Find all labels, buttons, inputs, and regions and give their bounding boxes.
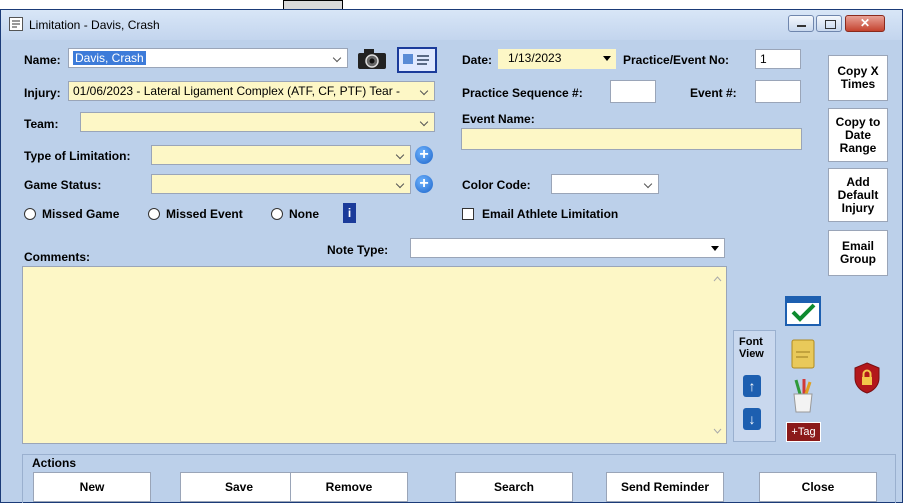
note-type-select[interactable] (410, 238, 725, 258)
chevron-down-icon (333, 49, 343, 67)
email-athlete-label: Email Athlete Limitation (482, 207, 619, 221)
font-view-label: Font View (739, 336, 764, 360)
minimize-button[interactable] (788, 15, 814, 32)
note-type-label: Note Type: (327, 243, 389, 257)
copy-x-times-button[interactable]: Copy X Times (828, 55, 888, 101)
name-label: Name: (24, 53, 61, 67)
missed-event-radio[interactable] (148, 208, 160, 220)
add-game-status-icon[interactable]: + (415, 175, 433, 193)
practice-event-value: 1 (760, 52, 767, 66)
actions-label: Actions (32, 456, 77, 470)
window-title: Limitation - Davis, Crash (29, 18, 160, 32)
save-button[interactable]: Save (180, 472, 298, 502)
practice-event-label: Practice/Event No: (623, 53, 730, 67)
copy-to-date-range-button[interactable]: Copy to Date Range (828, 108, 888, 162)
practice-event-input[interactable]: 1 (755, 49, 801, 69)
search-button[interactable]: Search (455, 472, 573, 502)
email-athlete-checkbox[interactable] (462, 208, 474, 220)
checkmark-icon[interactable] (785, 296, 821, 326)
app-icon (9, 17, 23, 31)
team-label: Team: (24, 117, 59, 131)
chevron-down-icon (420, 82, 430, 100)
none-label: None (289, 207, 319, 221)
add-limitation-type-icon[interactable]: + (415, 146, 433, 164)
practice-sequence-label: Practice Sequence #: (462, 86, 583, 100)
camera-icon[interactable] (356, 47, 390, 71)
chevron-down-icon (644, 175, 654, 193)
notepad-icon[interactable] (790, 338, 816, 370)
pencil-cup-icon[interactable] (788, 378, 818, 414)
title-bar: Limitation - Davis, Crash ✕ (1, 10, 902, 40)
name-value: Davis, Crash (73, 51, 146, 65)
font-size-up-icon[interactable]: ↑ (743, 375, 761, 397)
background-tab (283, 0, 343, 9)
event-name-input[interactable] (461, 128, 802, 150)
calendar-dropdown-icon (603, 56, 611, 61)
remove-button[interactable]: Remove (290, 472, 408, 502)
missed-game-label: Missed Game (42, 207, 120, 221)
injury-select[interactable]: 01/06/2023 - Lateral Ligament Complex (A… (68, 81, 435, 101)
injury-label: Injury: (24, 86, 61, 100)
new-button[interactable]: New (33, 472, 151, 502)
game-status-label: Game Status: (24, 178, 102, 192)
close-icon: ✕ (859, 16, 871, 30)
add-tag-label: +Tag (791, 426, 816, 438)
name-select[interactable]: Davis, Crash (68, 48, 348, 68)
date-value: 1/13/2023 (508, 51, 562, 65)
missed-event-label: Missed Event (166, 207, 243, 221)
event-name-label: Event Name: (462, 112, 535, 126)
close-button[interactable]: Close (759, 472, 877, 502)
maximize-button[interactable] (816, 15, 842, 32)
send-reminder-button[interactable]: Send Reminder (606, 472, 724, 502)
practice-sequence-input[interactable] (610, 80, 656, 103)
close-window-button[interactable]: ✕ (845, 15, 885, 32)
event-number-label: Event #: (690, 86, 737, 100)
info-book-icon[interactable]: i (343, 203, 356, 223)
add-default-injury-button[interactable]: Add Default Injury (828, 168, 888, 222)
type-of-limitation-select[interactable] (151, 145, 411, 165)
color-code-label: Color Code: (462, 178, 531, 192)
missed-game-radio[interactable] (24, 208, 36, 220)
email-group-button[interactable]: Email Group (828, 230, 888, 276)
lock-shield-icon[interactable] (853, 362, 881, 394)
injury-value: 01/06/2023 - Lateral Ligament Complex (A… (73, 84, 401, 98)
type-of-limitation-label: Type of Limitation: (24, 149, 131, 163)
team-select[interactable] (80, 112, 435, 132)
game-status-select[interactable] (151, 174, 411, 194)
none-radio[interactable] (271, 208, 283, 220)
chevron-down-icon (396, 175, 406, 193)
event-number-input[interactable] (755, 80, 801, 103)
add-tag-button[interactable]: +Tag (786, 422, 821, 442)
comments-textarea[interactable] (22, 266, 727, 444)
font-size-down-icon[interactable]: ↓ (743, 408, 761, 430)
dropdown-arrow-icon (711, 246, 719, 251)
color-code-select[interactable] (551, 174, 659, 194)
chevron-down-icon (396, 146, 406, 164)
id-card-icon[interactable] (397, 47, 437, 73)
date-picker[interactable]: 1/13/2023 (498, 49, 616, 69)
chevron-down-icon (420, 113, 430, 131)
comments-scrollbar[interactable] (709, 267, 726, 443)
comments-label: Comments: (24, 250, 91, 264)
date-label: Date: (462, 53, 493, 67)
